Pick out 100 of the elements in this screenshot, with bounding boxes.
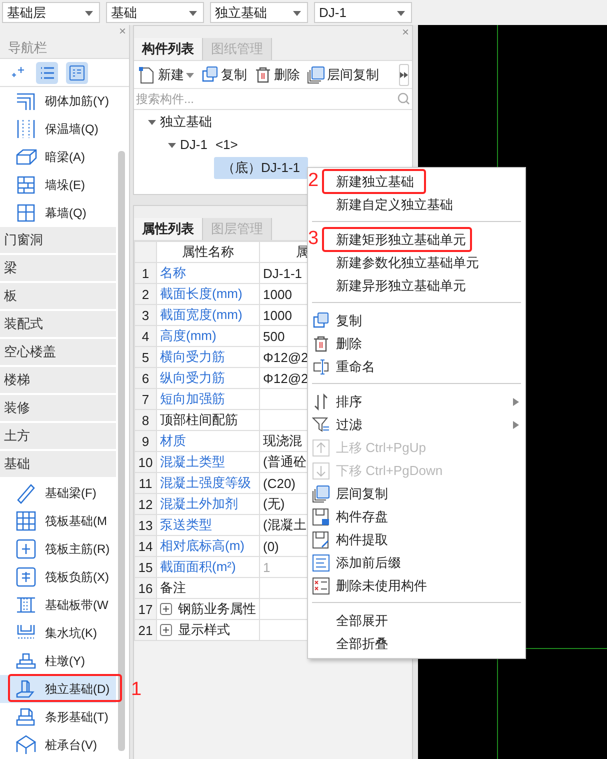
category-header[interactable]: 空心楼盖 — [0, 339, 116, 365]
row-number: 5 — [134, 346, 156, 368]
dropdown-select[interactable]: 基础 — [106, 2, 204, 23]
sidebar-item[interactable]: 砌体加筋(Y) — [0, 87, 116, 115]
menu-item[interactable]: 排序 — [308, 390, 525, 413]
item-label: 筏板负筋(X) — [45, 568, 109, 586]
property-value[interactable]: 1000 — [263, 308, 292, 322]
row-number: 9 — [134, 430, 156, 452]
property-name: 顶部柱间配筋 — [156, 410, 260, 430]
property-name: 高度(mm) — [156, 326, 260, 346]
dropdown-select[interactable]: 基础层 — [2, 2, 100, 23]
scrollbar[interactable] — [118, 151, 125, 751]
property-name: 显示样式 — [178, 621, 230, 639]
more-button[interactable] — [399, 64, 409, 86]
sidebar-item[interactable]: 幕墙(Q) — [0, 199, 116, 227]
category-header[interactable]: 土方 — [0, 423, 116, 449]
view-toggle-button[interactable] — [66, 62, 88, 84]
item-label: 桩承台(V) — [45, 736, 97, 754]
category-header[interactable]: 板 — [0, 283, 116, 309]
toolbar-button[interactable]: 复制 — [201, 66, 247, 84]
toolbar-button[interactable]: 层间复制 — [307, 66, 379, 84]
property-value[interactable]: 500 — [263, 328, 285, 344]
row-number: 21 — [134, 620, 156, 640]
menu-item[interactable]: 添加前后缀 — [308, 551, 525, 574]
item-label: 条形基础(T) — [45, 708, 108, 726]
property-value[interactable]: (无) — [263, 496, 285, 511]
menu-item[interactable]: 新建自定义独立基础 — [308, 193, 525, 216]
property-value[interactable]: (0) — [263, 538, 279, 554]
diagonal-beam-icon — [15, 482, 37, 504]
sidebar-item[interactable]: 基础梁(F) — [0, 479, 116, 507]
step-number: 1 — [131, 679, 142, 701]
caret-icon — [397, 8, 405, 16]
menu-item[interactable]: 构件提取 — [308, 528, 525, 551]
menu-item[interactable]: 删除 — [308, 332, 525, 355]
sidebar-item[interactable]: 基础板带(W — [0, 591, 116, 619]
sidebar-item[interactable]: 筏板基础(M — [0, 507, 116, 535]
copy-icon — [312, 312, 330, 330]
view-toggle-button[interactable] — [36, 62, 58, 84]
row-number: 17 — [134, 598, 156, 620]
property-value[interactable]: (C20) — [263, 476, 296, 490]
dropdown-select[interactable]: DJ-1 — [314, 2, 412, 23]
category-header[interactable]: 装修 — [0, 395, 116, 421]
property-name: 混凝土类型 — [156, 452, 260, 472]
row-number: 15 — [134, 556, 156, 578]
dotted-wall-icon — [15, 118, 37, 140]
menu-item[interactable]: 过滤 — [308, 413, 525, 436]
property-value[interactable]: 1000 — [263, 286, 292, 302]
sidebar-item[interactable]: 筏板主筋(R) — [0, 535, 116, 563]
sidebar-item[interactable]: 柱墩(Y) — [0, 647, 116, 675]
menu-item[interactable]: 层间复制 — [308, 482, 525, 505]
menu-item[interactable]: 新建异形独立基础单元 — [308, 274, 525, 297]
property-name: 名称 — [156, 262, 260, 284]
sidebar-item[interactable]: 保温墙(Q) — [0, 115, 116, 143]
panel-tab[interactable]: 属性列表 — [134, 218, 203, 240]
menu-item[interactable]: 全部展开 — [308, 609, 525, 632]
menu-item[interactable]: 全部折叠 — [308, 632, 525, 655]
row-number: 8 — [134, 410, 156, 430]
category-header[interactable]: 装配式 — [0, 311, 116, 337]
menu-item[interactable]: 重命名 — [308, 355, 525, 378]
tree-item[interactable]: DJ-1 — [180, 137, 208, 152]
item-label: 墙垛(E) — [45, 176, 85, 194]
property-value[interactable]: DJ-1-1 — [263, 266, 302, 280]
filter-icon — [312, 416, 330, 434]
sidebar-item[interactable]: 桩承台(V) — [0, 731, 116, 759]
toolbar-button[interactable]: 新建 — [138, 66, 194, 84]
menu-item[interactable]: 复制 — [308, 309, 525, 332]
tree-item[interactable]: 独立基础 — [160, 112, 212, 130]
category-header[interactable]: 梁 — [0, 255, 116, 281]
caret-icon — [293, 8, 301, 16]
menu-item[interactable]: 删除未使用构件 — [308, 574, 525, 597]
property-name: 钢筋业务属性 — [178, 600, 256, 618]
dropdown-select[interactable]: 独立基础 — [210, 2, 308, 23]
category-header[interactable]: 楼梯 — [0, 367, 116, 393]
toolbar-button[interactable]: 删除 — [254, 66, 300, 84]
sidebar-item[interactable]: 集水坑(K) — [0, 619, 116, 647]
category-header[interactable]: 基础 — [0, 451, 116, 477]
detail-view-icon — [69, 64, 85, 80]
list-delete-icon — [312, 577, 330, 595]
footing-icon — [15, 678, 37, 700]
property-value[interactable]: 现浇混 — [263, 433, 302, 448]
sidebar-item[interactable]: 暗梁(A) — [0, 143, 116, 171]
tree-item[interactable]: （底）DJ-1-1 — [214, 156, 308, 178]
panel-tab[interactable]: 构件列表 — [134, 38, 203, 60]
row-number: 4 — [134, 326, 156, 346]
sidebar-item[interactable]: 墙垛(E) — [0, 171, 116, 199]
step-number: 2 — [308, 170, 319, 192]
trash-icon — [312, 335, 330, 353]
sidebar-item[interactable]: 条形基础(T) — [0, 703, 116, 731]
property-name: 截面宽度(mm) — [156, 304, 260, 326]
list-view-icon — [39, 64, 55, 80]
menu-item[interactable]: 构件存盘 — [308, 505, 525, 528]
raft-grid-icon — [15, 510, 37, 532]
menu-item[interactable]: 2 新建独立基础 — [308, 170, 525, 193]
brick-wall-icon — [15, 174, 37, 196]
double-arrow-icon — [400, 70, 408, 78]
property-name: 横向受力筋 — [156, 346, 260, 368]
category-header[interactable]: 门窗洞 — [0, 227, 116, 253]
sidebar-item[interactable]: 筏板负筋(X) — [0, 563, 116, 591]
grid-panel-icon — [15, 202, 37, 224]
copy-icon — [201, 66, 219, 84]
